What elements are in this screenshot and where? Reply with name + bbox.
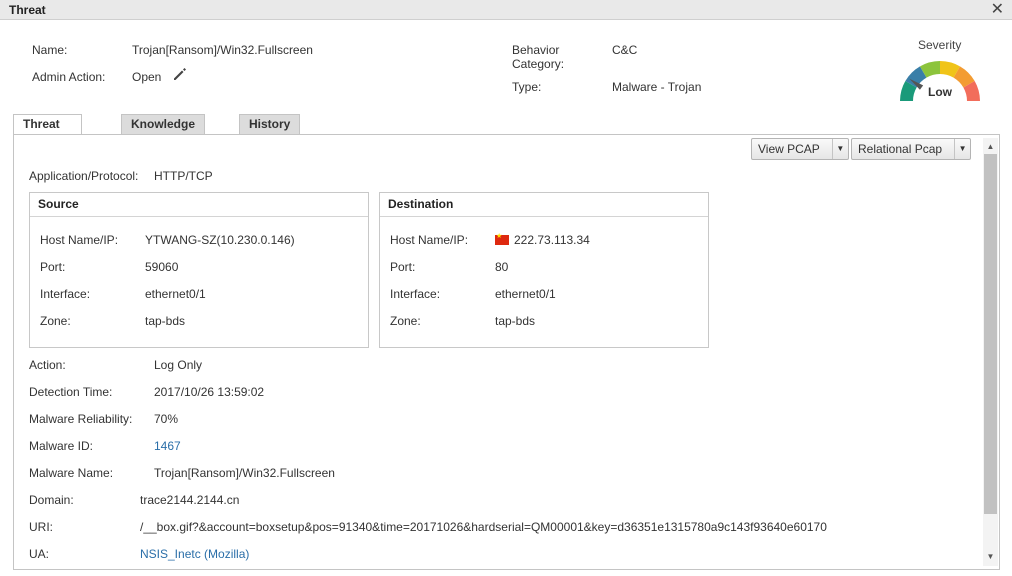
- app-protocol-label: Application/Protocol:: [29, 169, 139, 183]
- source-host-value: YTWANG-SZ(10.230.0.146): [145, 233, 295, 247]
- domain-label: Domain:: [29, 493, 74, 507]
- destination-box: Destination Host Name/IP: 222.73.113.34 …: [379, 192, 709, 348]
- app-protocol-value: HTTP/TCP: [154, 169, 213, 183]
- tab-history[interactable]: History: [239, 114, 301, 135]
- type-value: Malware - Trojan: [612, 80, 702, 94]
- vertical-scrollbar[interactable]: ▲ ▼: [983, 138, 998, 566]
- tab-threat-analysis[interactable]: Threat Analysis: [13, 114, 83, 150]
- uri-label: URI:: [29, 520, 53, 534]
- destination-port-value: 80: [495, 260, 509, 274]
- detection-time-label: Detection Time:: [29, 385, 113, 399]
- type-label: Type:: [512, 80, 542, 94]
- source-interface-value: ethernet0/1: [145, 287, 206, 301]
- severity-level: Low: [928, 85, 953, 99]
- source-zone-value: tap-bds: [145, 314, 186, 328]
- view-pcap-caret-icon[interactable]: ▼: [831, 139, 848, 159]
- source-interface-label: Interface:: [40, 287, 91, 301]
- malware-name-label: Malware Name:: [29, 466, 114, 480]
- source-title: Source: [30, 193, 368, 217]
- destination-port-label: Port:: [390, 260, 416, 274]
- severity-gauge: Low: [900, 61, 980, 101]
- behavior-category-label-line1: Behavior: [512, 43, 560, 57]
- relational-pcap-label: Relational Pcap: [858, 142, 943, 156]
- dialog-title: Threat: [9, 3, 46, 17]
- destination-title: Destination: [380, 193, 708, 217]
- source-box: Source Host Name/IP: YTWANG-SZ(10.230.0.…: [29, 192, 369, 348]
- china-flag-icon: [495, 232, 509, 245]
- detection-time-value: 2017/10/26 13:59:02: [154, 385, 265, 399]
- malware-reliability-value: 70%: [154, 412, 179, 426]
- destination-interface-value: ethernet0/1: [495, 287, 556, 301]
- behavior-category-label-line2: Category:: [512, 57, 565, 71]
- relational-pcap-caret-icon[interactable]: ▼: [954, 139, 970, 159]
- source-zone-label: Zone:: [40, 314, 71, 328]
- view-pcap-button[interactable]: View PCAP ▼: [751, 138, 849, 160]
- destination-zone-value: tap-bds: [495, 314, 536, 328]
- source-port-label: Port:: [40, 260, 66, 274]
- pencil-icon[interactable]: [172, 66, 188, 82]
- destination-host-label: Host Name/IP:: [390, 233, 469, 247]
- destination-host-value: 222.73.113.34: [514, 233, 590, 247]
- ua-label: UA:: [29, 547, 50, 561]
- malware-id-link[interactable]: 1467: [154, 439, 181, 453]
- action-label: Action:: [29, 358, 66, 372]
- behavior-category-value: C&C: [612, 43, 638, 57]
- close-icon[interactable]: ✕: [991, 1, 1004, 19]
- scroll-up-icon[interactable]: ▲: [983, 140, 998, 154]
- admin-action-label: Admin Action:: [32, 70, 106, 84]
- destination-host: 222.73.113.34: [495, 232, 590, 247]
- destination-zone-label: Zone:: [390, 314, 421, 328]
- dialog-titlebar: Threat ✕: [0, 0, 1012, 20]
- view-pcap-label: View PCAP: [758, 142, 820, 156]
- source-port-value: 59060: [145, 260, 179, 274]
- severity-label: Severity: [918, 38, 962, 52]
- relational-pcap-button[interactable]: Relational Pcap ▼: [851, 138, 972, 160]
- tab-knowledge-base[interactable]: Knowledge Base: [121, 114, 206, 150]
- malware-id-label: Malware ID:: [29, 439, 94, 453]
- destination-interface-label: Interface:: [390, 287, 441, 301]
- malware-name-value: Trojan[Ransom]/Win32.Fullscreen: [154, 466, 335, 480]
- source-host-label: Host Name/IP:: [40, 233, 119, 247]
- malware-reliability-label: Malware Reliability:: [29, 412, 133, 426]
- action-value: Log Only: [154, 358, 203, 372]
- scroll-thumb[interactable]: [984, 154, 997, 514]
- admin-action-value: Open: [132, 70, 162, 84]
- uri-value: /__box.gif?&account=boxsetup&pos=91340&t…: [140, 520, 827, 534]
- scroll-down-icon[interactable]: ▼: [983, 550, 998, 564]
- ua-link[interactable]: NSIS_Inetc (Mozilla): [140, 547, 249, 561]
- name-label: Name:: [32, 43, 68, 57]
- name-value: Trojan[Ransom]/Win32.Fullscreen: [132, 43, 313, 57]
- domain-value: trace2144.2144.cn: [140, 493, 240, 507]
- threat-analysis-panel: View PCAP ▼ Relational Pcap ▼ Applicatio…: [13, 134, 1000, 570]
